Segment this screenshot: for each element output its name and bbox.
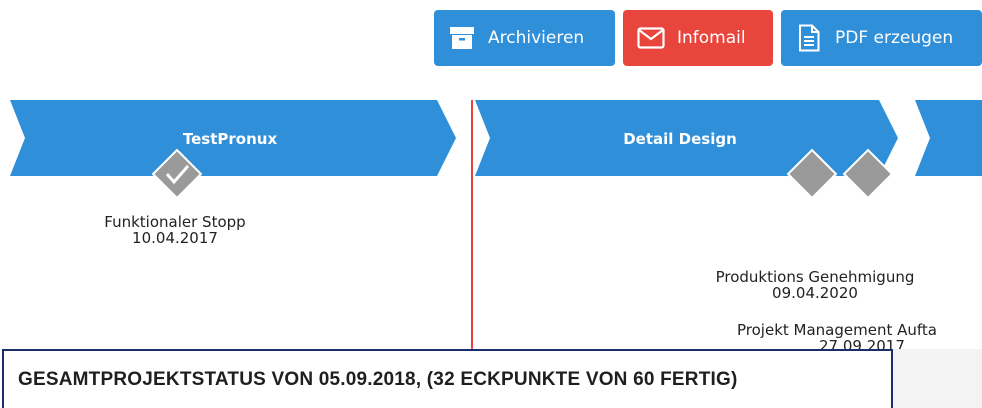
project-timeline: TestPronux Detail Design Funktionaler St… — [0, 100, 982, 354]
infomail-button[interactable]: Infomail — [623, 10, 773, 66]
milestone-name: Projekt Management Aufta — [737, 321, 937, 339]
milestone-date: 09.04.2020 — [772, 284, 858, 302]
phase-label-detail-design: Detail Design — [623, 130, 737, 148]
project-status-text: GESAMTPROJEKTSTATUS VON 05.09.2018, (32 … — [18, 368, 738, 390]
infomail-button-label: Infomail — [677, 28, 746, 48]
archive-button-label: Archivieren — [488, 28, 585, 48]
milestone-name: Produktions Genehmigung — [715, 268, 915, 286]
pdf-button-label: PDF erzeugen — [835, 28, 954, 48]
archive-button[interactable]: Archivieren — [434, 10, 615, 66]
milestone-date: 10.04.2017 — [132, 229, 218, 247]
phase-chevron-next[interactable] — [915, 100, 982, 176]
status-side-panel — [893, 349, 982, 408]
milestone-label-funktionaler-stopp: Funktionaler Stopp 10.04.2017 — [60, 214, 290, 246]
pdf-button[interactable]: PDF erzeugen — [781, 10, 982, 66]
archive-box-icon — [448, 24, 476, 52]
document-icon — [795, 24, 823, 52]
envelope-icon — [637, 24, 665, 52]
milestone-label-produktions-genehmigung: Produktions Genehmigung 09.04.2020 — [680, 269, 950, 301]
project-status-box: GESAMTPROJEKTSTATUS VON 05.09.2018, (32 … — [2, 349, 893, 408]
phase-label-testpronux: TestPronux — [182, 130, 278, 148]
milestone-name: Funktionaler Stopp — [104, 213, 246, 231]
